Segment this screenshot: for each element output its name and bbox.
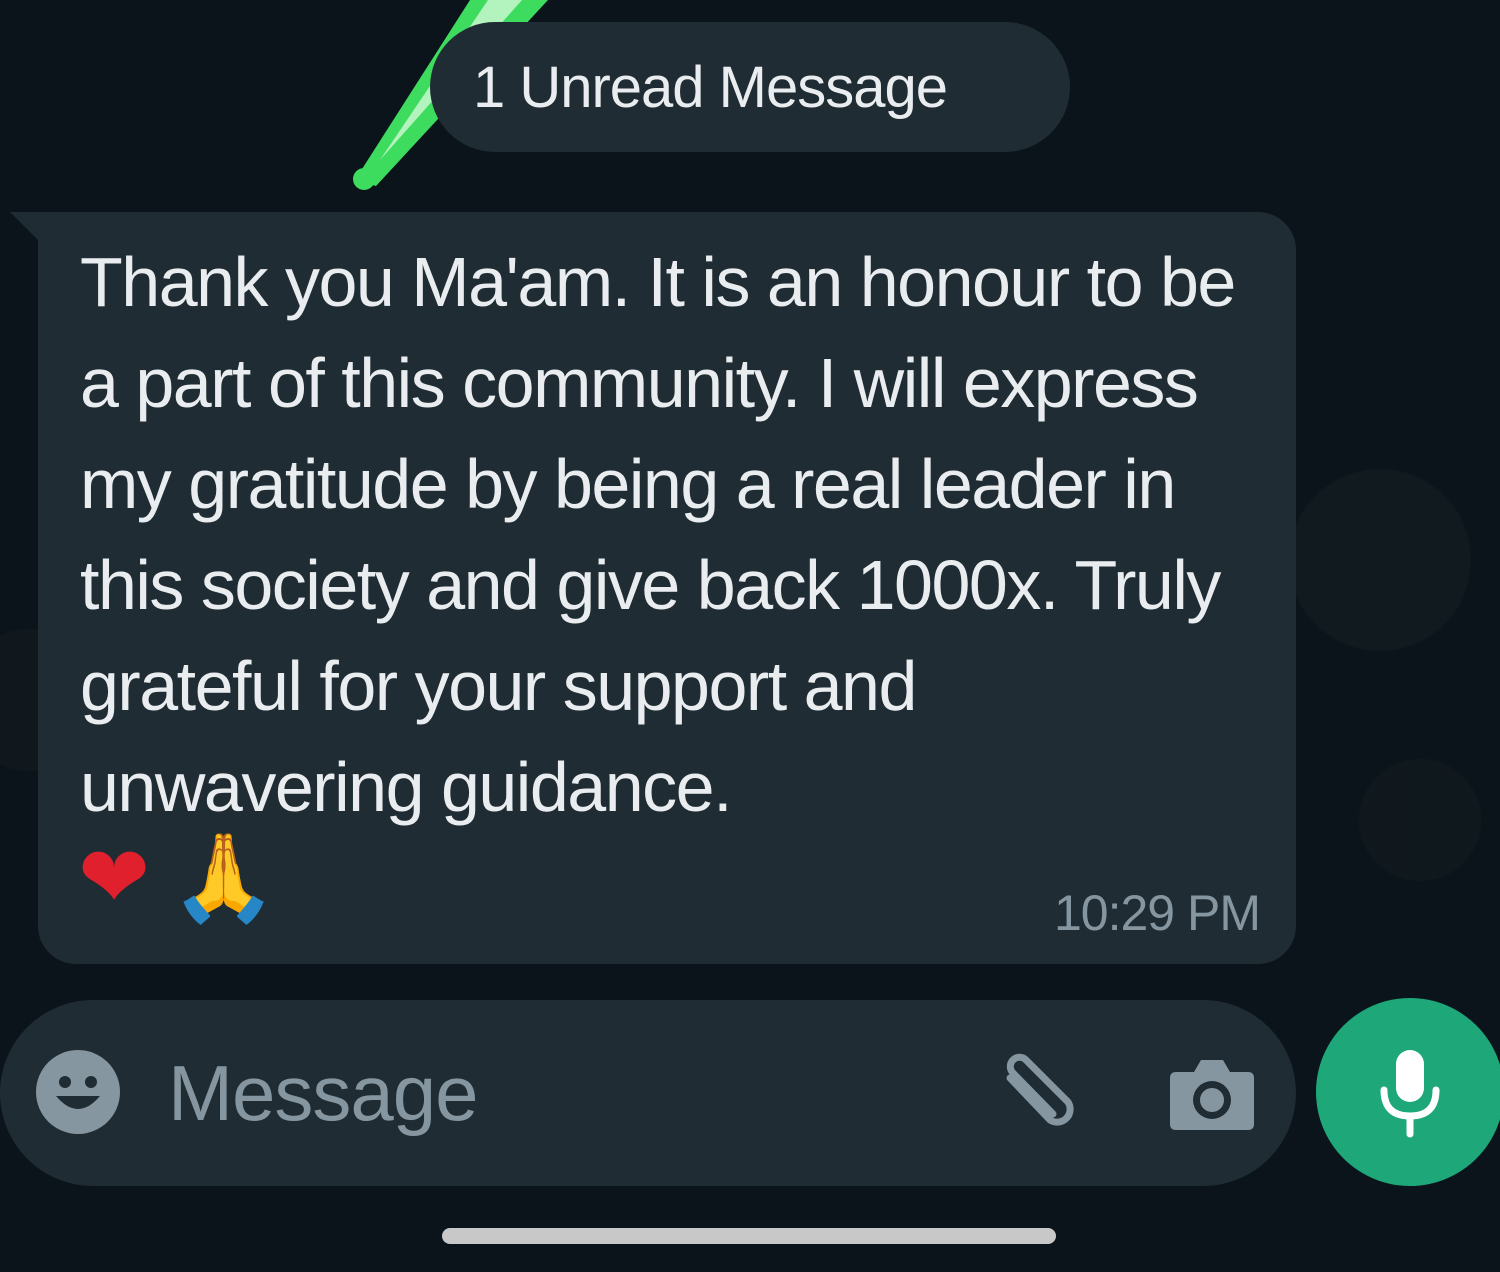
home-indicator[interactable] bbox=[442, 1228, 1056, 1244]
message-composer[interactable]: Message bbox=[0, 1000, 1296, 1186]
camera-icon[interactable] bbox=[1166, 1048, 1258, 1140]
folded-hands-emoji: 🙏 bbox=[170, 828, 278, 928]
incoming-message-bubble[interactable]: Thank you Ma'am. It is an honour to be a… bbox=[38, 212, 1296, 964]
unread-messages-label: 1 Unread Message bbox=[472, 54, 948, 120]
heart-emoji: ❤ bbox=[78, 828, 151, 928]
message-bubble-tail bbox=[10, 212, 40, 242]
mic-icon bbox=[1380, 1050, 1440, 1138]
paperclip-icon[interactable] bbox=[990, 1048, 1082, 1140]
emoji-icon[interactable] bbox=[36, 1050, 120, 1134]
message-timestamp: 10:29 PM bbox=[1053, 885, 1261, 941]
message-input[interactable]: Message bbox=[168, 1048, 478, 1139]
message-emojis: ❤ 🙏 bbox=[78, 828, 277, 928]
mic-button[interactable] bbox=[1316, 998, 1500, 1186]
unread-messages-banner: 1 Unread Message bbox=[430, 22, 1070, 152]
message-text: Thank you Ma'am. It is an honour to be a… bbox=[80, 243, 1236, 826]
